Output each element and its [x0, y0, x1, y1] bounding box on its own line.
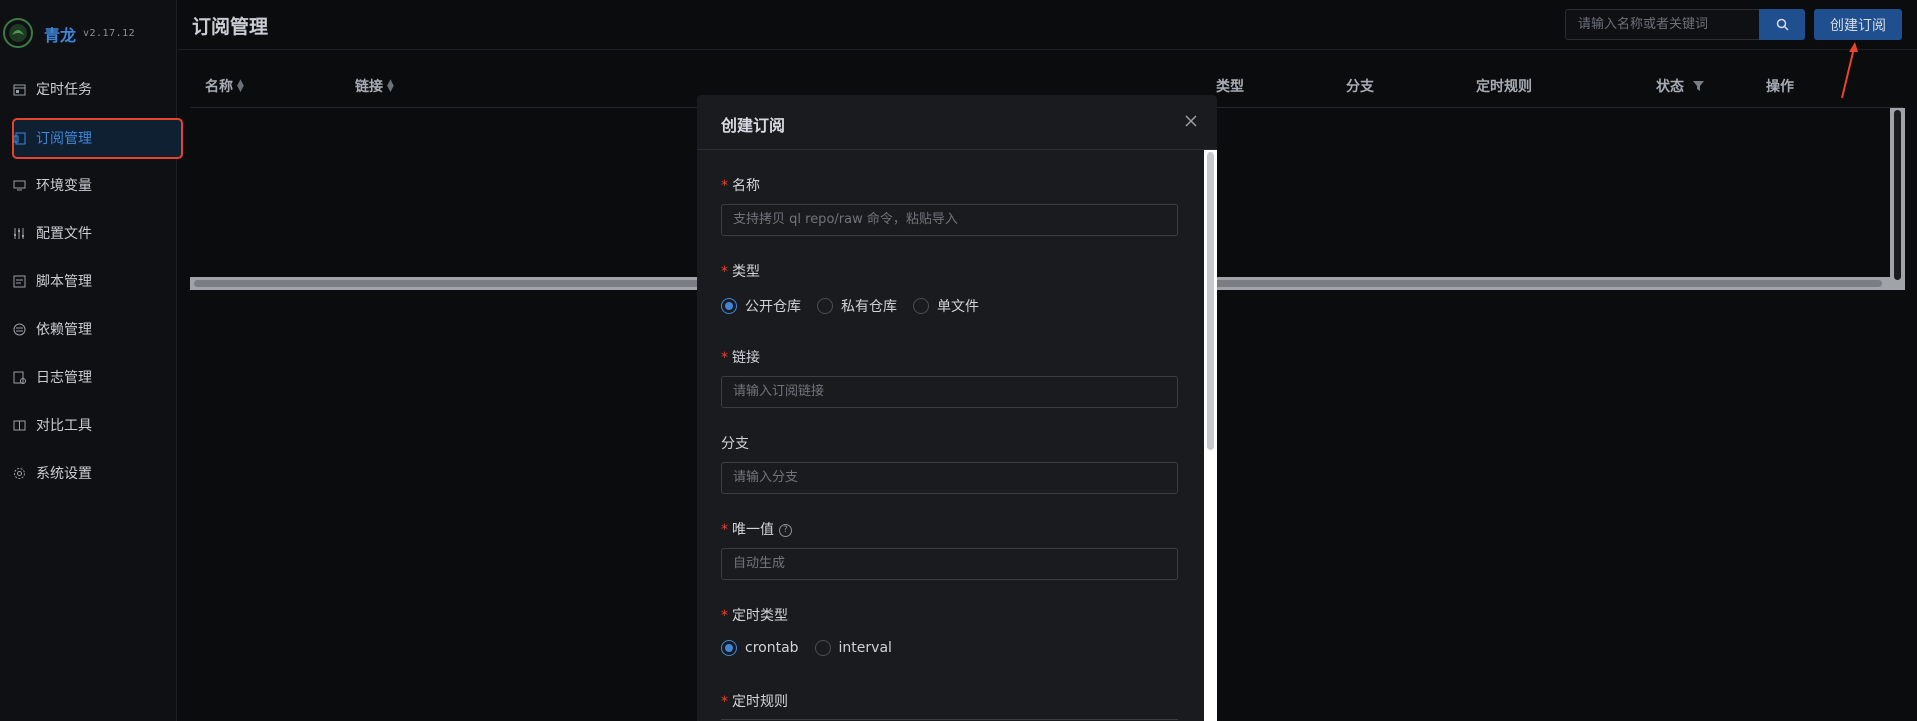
radio-circle[interactable] — [721, 640, 737, 656]
schedule-type-radio-group: crontab interval — [721, 640, 908, 656]
search-button[interactable] — [1759, 9, 1805, 40]
name-label: * 名称 — [721, 178, 760, 194]
log-file-icon — [13, 370, 27, 384]
sidebar-item-label: 系统设置 — [36, 466, 92, 482]
sidebar: 青龙 v2.17.12 定时任务 订阅管理 环境变量 配置文件 脚本管理 依赖管… — [0, 0, 183, 721]
required-mark: * — [721, 608, 728, 624]
brand-name: 青龙 — [44, 26, 77, 45]
modal-scrollbar[interactable] — [1204, 150, 1217, 721]
vertical-scrollbar[interactable] — [1890, 108, 1905, 290]
vertical-scrollbar-thumb[interactable] — [1894, 110, 1901, 280]
sort-icon: ▲ ▼ — [387, 78, 394, 94]
search-icon — [1776, 18, 1789, 31]
sort-icon: ▲ ▼ — [237, 78, 244, 94]
file-code-icon — [13, 274, 27, 288]
diff-icon — [13, 418, 27, 432]
sidebar-item-label: 脚本管理 — [36, 274, 92, 290]
package-icon — [13, 322, 27, 336]
url-input[interactable]: 请输入订阅链接 — [721, 376, 1178, 408]
sidebar-item-dependencies[interactable]: 依赖管理 — [12, 311, 182, 347]
sidebar-item-env[interactable]: 环境变量 — [12, 167, 182, 203]
name-input[interactable]: 支持拷贝 ql repo/raw 命令，粘贴导入 — [721, 204, 1178, 236]
schedule-type-label: * 定时类型 — [721, 608, 788, 624]
create-subscription-button[interactable]: 创建订阅 — [1814, 9, 1902, 40]
sidebar-item-config[interactable]: 配置文件 — [12, 215, 182, 251]
gear-icon — [13, 466, 27, 480]
required-mark: * — [721, 522, 728, 538]
qinglong-logo — [3, 18, 33, 48]
branch-label: 分支 — [721, 436, 749, 452]
sidebar-item-label: 对比工具 — [36, 418, 92, 434]
sliders-icon — [13, 226, 27, 240]
column-header-url[interactable]: 链接 ▲ ▼ — [355, 76, 394, 96]
sidebar-item-cron[interactable]: 定时任务 — [12, 71, 182, 107]
radio-circle[interactable] — [721, 298, 737, 314]
subscription-icon — [13, 131, 27, 145]
type-radio-public[interactable]: 公开仓库 — [721, 296, 801, 316]
calendar-icon — [13, 82, 27, 96]
search-input[interactable]: 请输入名称或者关键词 — [1565, 9, 1759, 40]
sidebar-item-diff[interactable]: 对比工具 — [12, 407, 182, 443]
column-header-type: 类型 — [1216, 79, 1244, 95]
annotation-arrow-icon — [1841, 42, 1858, 99]
type-radio-group: 公开仓库 私有仓库 单文件 — [721, 296, 995, 316]
column-header-branch: 分支 — [1346, 79, 1374, 95]
schedule-label: * 定时规则 — [721, 694, 788, 710]
alias-label: * 唯一值? — [721, 519, 792, 539]
type-label: * 类型 — [721, 264, 760, 280]
column-header-actions: 操作 — [1766, 79, 1794, 95]
filter-icon[interactable] — [1693, 81, 1704, 91]
radio-circle[interactable] — [817, 298, 833, 314]
close-icon[interactable] — [1183, 113, 1199, 129]
sidebar-item-label: 环境变量 — [36, 178, 92, 194]
sidebar-item-label: 定时任务 — [36, 82, 92, 98]
type-radio-private[interactable]: 私有仓库 — [817, 296, 897, 316]
modal-scrollbar-thumb[interactable] — [1207, 152, 1214, 450]
alias-input[interactable]: 自动生成 — [721, 548, 1178, 580]
required-mark: * — [721, 264, 728, 280]
schedule-radio-crontab[interactable]: crontab — [721, 640, 799, 656]
branch-input[interactable]: 请输入分支 — [721, 462, 1178, 494]
sidebar-item-label: 日志管理 — [36, 370, 92, 386]
schedule-radio-interval[interactable]: interval — [814, 640, 892, 656]
create-subscription-modal: 创建订阅 * 名称 支持拷贝 ql repo/raw 命令，粘贴导入 * 类型 公开… — [697, 95, 1217, 721]
required-mark: * — [721, 694, 728, 710]
column-header-status[interactable]: 状态 — [1656, 76, 1704, 96]
required-mark: * — [721, 350, 728, 366]
url-label: * 链接 — [721, 350, 760, 366]
sidebar-item-subscription[interactable]: 订阅管理 — [12, 120, 182, 156]
column-header-name[interactable]: 名称 ▲ ▼ — [205, 76, 244, 96]
sidebar-item-settings[interactable]: 系统设置 — [12, 455, 182, 491]
sidebar-item-label: 依赖管理 — [36, 322, 92, 338]
modal-title: 创建订阅 — [721, 116, 786, 135]
sidebar-item-scripts[interactable]: 脚本管理 — [12, 263, 182, 299]
sidebar-item-logs[interactable]: 日志管理 — [12, 359, 182, 395]
app-version: v2.17.12 — [83, 28, 136, 39]
help-icon[interactable]: ? — [779, 523, 792, 537]
type-radio-file[interactable]: 单文件 — [913, 296, 979, 316]
monitor-icon — [13, 178, 27, 192]
page-title: 订阅管理 — [192, 16, 269, 38]
header-divider — [178, 49, 1917, 50]
radio-circle[interactable] — [814, 640, 831, 656]
required-mark: * — [721, 178, 728, 194]
sidebar-item-label: 配置文件 — [36, 226, 92, 242]
column-header-schedule: 定时规则 — [1476, 79, 1532, 95]
modal-header-divider — [697, 149, 1217, 150]
sidebar-item-label: 订阅管理 — [36, 131, 92, 147]
radio-circle[interactable] — [913, 298, 929, 314]
